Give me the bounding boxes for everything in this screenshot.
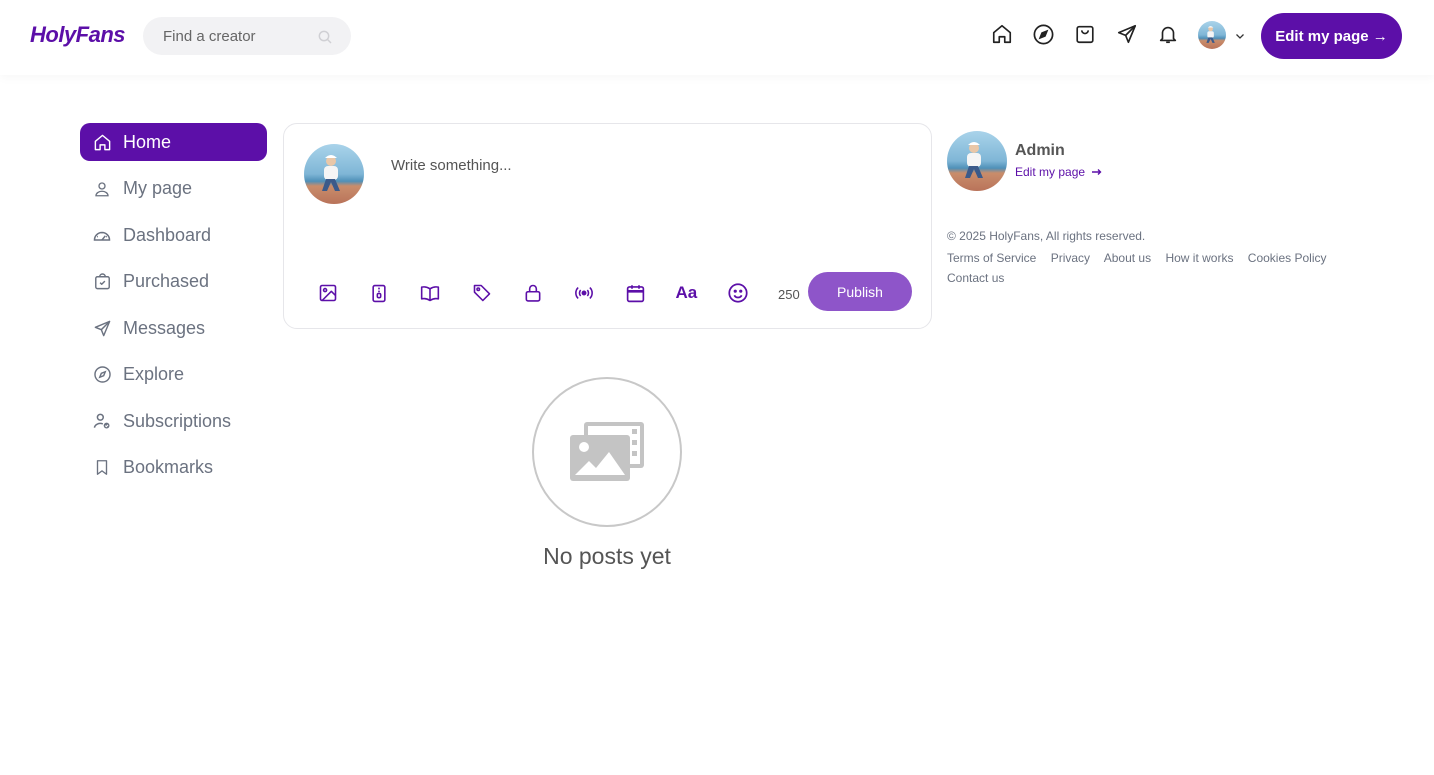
copyright-text: © 2025 HolyFans, All rights reserved.: [947, 229, 1146, 243]
broadcast-icon[interactable]: [572, 281, 596, 305]
footer-link-about[interactable]: About us: [1104, 251, 1151, 265]
sidebar-item-label: Messages: [123, 317, 206, 338]
calendar-icon[interactable]: [623, 281, 647, 305]
post-textarea[interactable]: [391, 157, 911, 237]
home-icon: [92, 132, 112, 152]
bell-icon[interactable]: [1156, 22, 1180, 46]
sidebar-item-label: Subscriptions: [123, 410, 232, 431]
compass-icon: [92, 365, 112, 385]
text-format-icon[interactable]: Aa: [674, 281, 698, 305]
emoji-icon[interactable]: [726, 281, 750, 305]
post-composer: Aa 250 Publish: [283, 123, 932, 329]
sidebar-item-label: Explore: [123, 364, 185, 384]
sidebar-item-purchased[interactable]: Purchased: [80, 263, 267, 301]
sidebar-nav: Home My page Dashboard Purchased Message…: [80, 123, 267, 495]
char-counter: 250: [778, 287, 800, 302]
send-icon[interactable]: [1115, 22, 1139, 46]
publish-button[interactable]: Publish: [808, 272, 912, 311]
sidebar-item-bookmarks[interactable]: Bookmarks: [80, 449, 267, 487]
sidebar-item-label: Purchased: [123, 271, 210, 291]
user-icon: [92, 179, 112, 199]
send-icon: [92, 318, 112, 338]
edit-my-page-button[interactable]: Edit my page →: [1261, 13, 1402, 59]
sidebar-item-label: Bookmarks: [123, 457, 214, 477]
footer-link-privacy[interactable]: Privacy: [1051, 251, 1090, 265]
sidebar-item-dashboard[interactable]: Dashboard: [80, 216, 267, 254]
sidebar-item-messages[interactable]: Messages: [80, 309, 267, 347]
footer-link-contact[interactable]: Contact us: [947, 271, 1004, 285]
speedometer-icon: [92, 225, 112, 245]
arrow-right-icon: [1092, 165, 1102, 179]
shopping-bag-icon[interactable]: [1073, 22, 1097, 46]
footer-links: Terms of Service Privacy About us How it…: [947, 249, 1347, 288]
sidebar-item-explore[interactable]: Explore: [80, 356, 267, 394]
file-zip-icon[interactable]: [367, 281, 391, 305]
footer-link-how-it-works[interactable]: How it works: [1165, 251, 1233, 265]
bookmark-icon: [92, 458, 112, 478]
sidebar-item-my-page[interactable]: My page: [80, 170, 267, 208]
sidebar-item-label: Dashboard: [123, 224, 212, 245]
empty-state-text: No posts yet: [543, 543, 671, 569]
home-icon[interactable]: [990, 22, 1014, 46]
image-icon[interactable]: [316, 281, 340, 305]
sidebar-item-subscriptions[interactable]: Subscriptions: [80, 402, 267, 440]
tag-icon[interactable]: [470, 281, 494, 305]
profile-avatar[interactable]: [947, 131, 1007, 191]
logo[interactable]: HolyFans: [30, 22, 126, 48]
edit-my-page-link[interactable]: Edit my page: [1015, 165, 1102, 179]
compass-icon[interactable]: [1032, 22, 1056, 46]
composer-avatar: [304, 144, 364, 204]
profile-name: Admin: [1015, 142, 1065, 159]
search-input[interactable]: [163, 27, 313, 45]
book-icon[interactable]: [418, 281, 442, 305]
sidebar-item-label: Home: [123, 131, 172, 152]
composer-toolbar: Aa: [316, 281, 777, 305]
top-nav: [990, 22, 1198, 46]
user-avatar[interactable]: [1198, 21, 1226, 49]
footer-link-terms[interactable]: Terms of Service: [947, 251, 1036, 265]
lock-icon[interactable]: [521, 281, 545, 305]
bag-check-icon: [92, 272, 112, 292]
empty-state-icon: [532, 377, 682, 527]
chevron-down-icon[interactable]: [1234, 29, 1246, 47]
search-bar: [143, 17, 351, 55]
search-icon[interactable]: [317, 29, 333, 50]
user-check-icon: [92, 411, 112, 431]
footer-link-cookies[interactable]: Cookies Policy: [1248, 251, 1327, 265]
sidebar-item-label: My page: [123, 178, 193, 198]
edit-link-label: Edit my page: [1015, 165, 1086, 179]
top-header: HolyFans Edit my page →: [0, 0, 1434, 75]
sidebar-item-home[interactable]: Home: [80, 123, 267, 161]
